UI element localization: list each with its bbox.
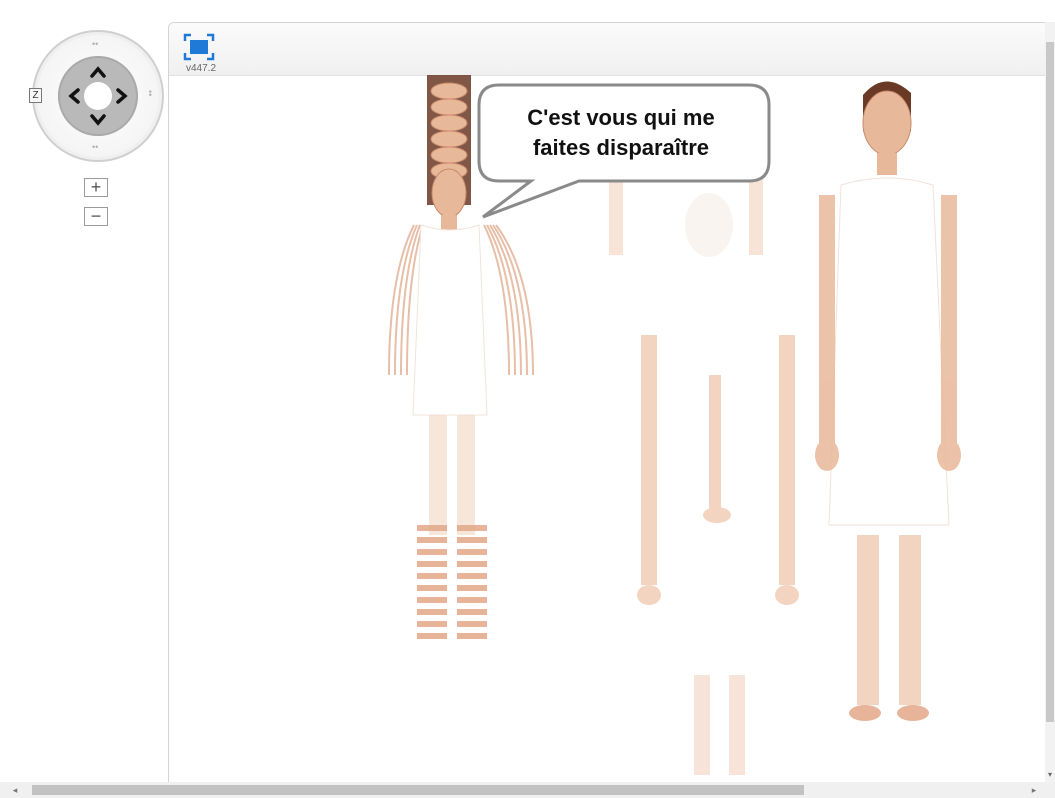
version-label: v447.2	[186, 63, 217, 74]
zoom-out-button[interactable]: −	[84, 207, 108, 226]
speech-bubble-text: C'est vous qui me faites disparaître	[471, 103, 771, 163]
scroll-right-arrow[interactable]: ▸	[1027, 784, 1041, 796]
viewer-toolbar: v447.2	[169, 23, 1055, 76]
chevron-right-icon	[116, 88, 128, 104]
head-exposure-stack	[427, 75, 471, 231]
chevron-down-icon	[90, 114, 106, 126]
figure-standing	[799, 75, 979, 735]
pan-left-button[interactable]	[64, 85, 86, 107]
vertical-scrollbar[interactable]: ▾	[1045, 22, 1055, 782]
nav-dots-right: ••	[145, 90, 155, 97]
pan-right-button[interactable]	[110, 85, 132, 107]
horizontal-scroll-thumb[interactable]	[32, 785, 804, 795]
chevron-up-icon	[90, 66, 106, 78]
zoom-in-button[interactable]: +	[84, 178, 108, 197]
nav-dots-bottom: ••	[92, 142, 99, 152]
horizontal-scrollbar[interactable]: ◂ ▸	[0, 782, 1055, 798]
scroll-down-arrow[interactable]: ▾	[1045, 770, 1055, 780]
nav-pad	[58, 56, 138, 136]
zoom-mode-button[interactable]: Z	[29, 88, 42, 103]
pan-down-button[interactable]	[87, 108, 109, 130]
image-viewport[interactable]: v447.2 C'est vous qui me faites disparaî…	[168, 22, 1055, 784]
scroll-left-arrow[interactable]: ◂	[8, 784, 22, 796]
pan-up-button[interactable]	[87, 62, 109, 84]
navigation-control: •• •• ••	[32, 30, 164, 162]
vertical-scroll-thumb[interactable]	[1046, 42, 1054, 722]
nav-dots-top: ••	[92, 39, 99, 49]
nav-center	[84, 82, 112, 110]
speech-line-1: C'est vous qui me	[527, 105, 715, 130]
fullscreen-icon	[183, 33, 215, 61]
chevron-left-icon	[68, 88, 80, 104]
speech-line-2: faites disparaître	[532, 135, 710, 160]
fullscreen-button[interactable]	[183, 33, 215, 61]
